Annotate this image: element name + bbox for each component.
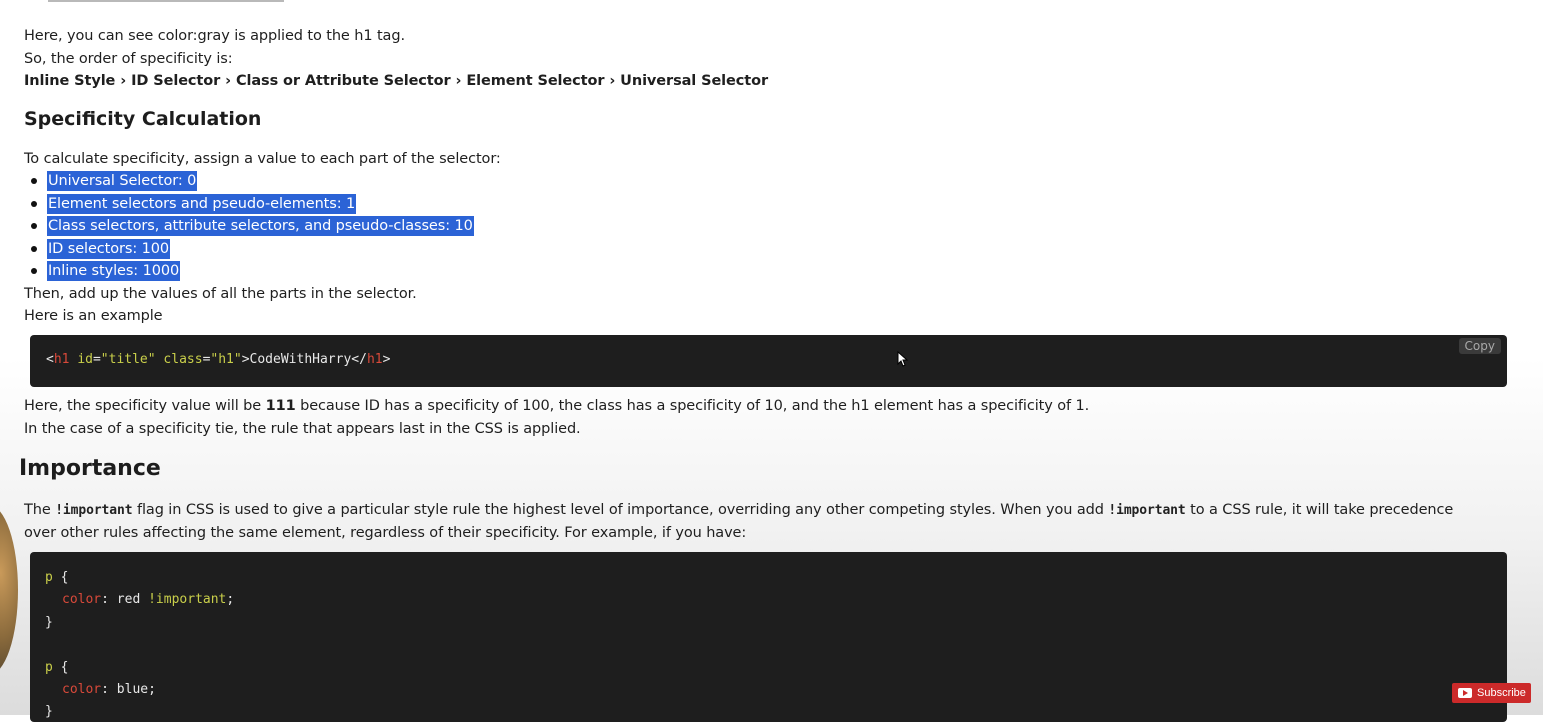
subscribe-button[interactable]: Subscribe: [1452, 683, 1531, 703]
importance-line-2: over other rules affecting the same elem…: [24, 525, 747, 541]
specificity-order: Inline Style › ID Selector › Class or At…: [24, 73, 769, 89]
list-item[interactable]: Class selectors, attribute selectors, an…: [24, 215, 474, 238]
list-item-text: Class selectors, attribute selectors, an…: [47, 216, 474, 236]
list-item[interactable]: ID selectors: 100: [24, 238, 474, 261]
list-item[interactable]: Inline styles: 1000: [24, 260, 474, 283]
bullet-icon: [31, 178, 37, 184]
code-attr: class: [163, 352, 203, 367]
list-item[interactable]: Universal Selector: 0: [24, 170, 474, 193]
bullet-icon: [31, 268, 37, 274]
youtube-icon: [1458, 688, 1472, 698]
specificity-intro: To calculate specificity, assign a value…: [24, 151, 501, 167]
list-item-text: Inline styles: 1000: [47, 261, 181, 281]
importance-heading: Importance: [19, 456, 161, 481]
specificity-then: Then, add up the values of all the parts…: [24, 286, 417, 302]
subscribe-label: Subscribe: [1477, 687, 1526, 699]
code-block-importance[interactable]: p { color: red !important; } p { color: …: [30, 552, 1507, 722]
specificity-value: 111: [265, 398, 296, 414]
inline-code: !important: [55, 503, 133, 518]
code-line: p {: [45, 660, 69, 675]
list-item-text: ID selectors: 100: [47, 238, 170, 259]
code-line: p {: [45, 570, 69, 585]
explanation-line: Here, the specificity value will be 111 …: [24, 398, 1090, 414]
copy-button[interactable]: Copy: [1458, 338, 1501, 354]
presenter-avatar: [0, 505, 18, 675]
code-line: color: red !important;: [62, 592, 235, 607]
bullet-icon: [31, 223, 37, 229]
code-string: "h1": [210, 352, 242, 367]
code-tag: h1: [53, 352, 70, 367]
code-line: color: blue;: [62, 682, 156, 697]
example-label: Here is an example: [24, 308, 163, 324]
inline-code: !important: [1108, 503, 1186, 518]
code-line: <h1 id="title" class="h1">CodeWithHarry<…: [46, 352, 391, 367]
code-text: CodeWithHarry: [249, 352, 352, 367]
specificity-list: Universal Selector: 0 Element selectors …: [24, 170, 474, 283]
mouse-cursor-icon: [897, 351, 909, 367]
code-line: }: [45, 704, 53, 719]
list-item-text: Element selectors and pseudo-elements: 1: [47, 193, 357, 214]
code-tag: h1: [366, 352, 383, 367]
code-block-example[interactable]: <h1 id="title" class="h1">CodeWithHarry<…: [30, 335, 1507, 387]
code-attr: id: [77, 352, 93, 367]
divider: [48, 0, 284, 2]
specificity-heading: Specificity Calculation: [24, 108, 262, 130]
list-item-text: Universal Selector: 0: [47, 171, 198, 191]
list-item[interactable]: Element selectors and pseudo-elements: 1: [24, 193, 474, 216]
tie-rule-line: In the case of a specificity tie, the ru…: [24, 421, 581, 437]
intro-line-2: So, the order of specificity is:: [24, 51, 233, 67]
code-line: }: [45, 615, 53, 630]
bullet-icon: [31, 245, 37, 252]
code-string: "title": [100, 352, 156, 367]
intro-line-1: Here, you can see color:gray is applied …: [24, 28, 405, 44]
bullet-icon: [31, 200, 37, 207]
importance-line-1: The !important flag in CSS is used to gi…: [24, 502, 1454, 518]
